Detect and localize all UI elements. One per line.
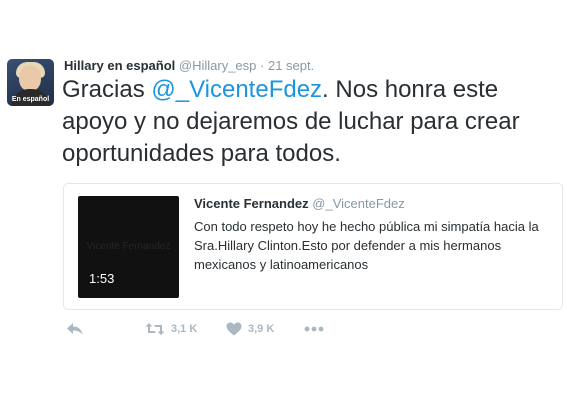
more-button[interactable] bbox=[304, 326, 324, 332]
author-name[interactable]: Hillary en español bbox=[64, 58, 175, 73]
like-count: 3,9 K bbox=[248, 323, 275, 335]
video-ghost-text: Vicente Fernandez bbox=[86, 241, 171, 252]
like-button[interactable]: 3,9 K bbox=[226, 322, 274, 336]
tweet-actions: 3,1 K 3,9 K bbox=[64, 322, 364, 342]
retweet-button[interactable]: 3,1 K bbox=[145, 322, 197, 336]
avatar-label: En español bbox=[11, 96, 50, 103]
reply-icon bbox=[67, 323, 83, 335]
tweet-date[interactable]: 21 sept. bbox=[268, 58, 314, 73]
header-separator: · bbox=[260, 58, 265, 73]
retweet-icon bbox=[145, 323, 165, 335]
quoted-author-handle[interactable]: @_VicenteFdez bbox=[312, 196, 404, 211]
avatar[interactable]: En español bbox=[7, 59, 54, 106]
quoted-header: Vicente Fernandez @_VicenteFdez bbox=[194, 196, 405, 211]
more-icon bbox=[304, 326, 324, 332]
tweet-text: Gracias @_VicenteFdez. Nos honra este ap… bbox=[62, 74, 562, 170]
mention-link[interactable]: @_VicenteFdez bbox=[151, 76, 322, 103]
heart-icon bbox=[226, 322, 242, 336]
author-handle[interactable]: @Hillary_esp bbox=[179, 58, 257, 73]
video-duration: 1:53 bbox=[89, 271, 115, 286]
tweet-header: Hillary en español @Hillary_esp · 21 sep… bbox=[64, 58, 314, 73]
avatar-face bbox=[19, 65, 41, 91]
video-thumbnail[interactable]: Vicente Fernandez 1:53 bbox=[78, 196, 179, 298]
quoted-text: Con todo respeto hoy he hecho pública mi… bbox=[194, 219, 539, 272]
quoted-tweet[interactable]: Vicente Fernandez 1:53 Vicente Fernandez… bbox=[63, 183, 563, 310]
quoted-author-name[interactable]: Vicente Fernandez bbox=[194, 196, 309, 211]
reply-button[interactable] bbox=[66, 322, 84, 336]
retweet-count: 3,1 K bbox=[171, 323, 198, 335]
tweet-text-before: Gracias bbox=[62, 76, 152, 103]
